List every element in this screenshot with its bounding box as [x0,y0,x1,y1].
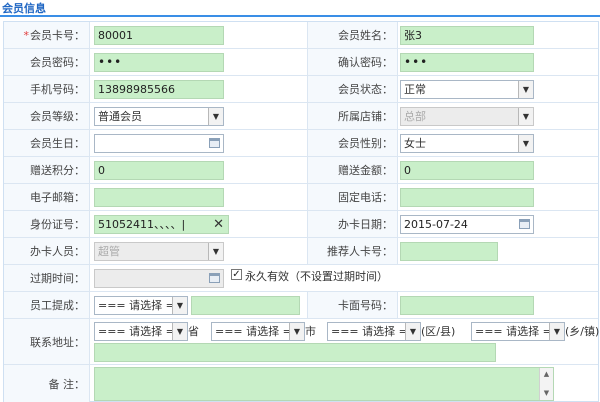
label-commission: 员工提成： [4,292,90,318]
label-name: 会员姓名： [307,22,398,48]
label-referrer: 推荐人卡号： [307,238,398,264]
chevron-down-icon[interactable]: ▼ [518,81,533,98]
id-card-input[interactable]: 51052411、、、、| ✕ [94,215,229,234]
gender-select[interactable]: 女士 ▼ [400,134,534,153]
status-value: 正常 [404,83,426,96]
label-email: 电子邮箱： [4,184,90,210]
remark-scrollbar[interactable]: ▲ ▼ [539,368,553,400]
phone-input[interactable]: 13898985566 [94,80,224,99]
label-level: 会员等级： [4,103,90,129]
label-amount: 赠送金额： [307,157,398,183]
label-card-no-text: 会员卡号： [30,29,85,42]
required-mark: * [23,28,30,42]
chevron-down-icon[interactable]: ▼ [289,323,304,340]
permanent-label: 永久有效（不设置过期时间） [245,270,388,283]
chevron-down-icon[interactable]: ▼ [549,323,564,340]
label-gender: 会员性别： [307,130,398,156]
birthday-input[interactable] [94,134,224,153]
label-id-card: 身份证号： [4,211,90,237]
email-input[interactable] [94,188,224,207]
section-header: 会员信息 [0,0,600,17]
label-address: 联系地址： [4,319,90,364]
label-store: 所属店铺： [307,103,398,129]
form-row-phone: 手机号码： 13898985566 会员状态： 正常 ▼ [4,76,598,103]
chevron-down-icon[interactable]: ▼ [208,243,223,260]
level-select[interactable]: 普通会员 ▼ [94,107,224,126]
form-row-issuer: 办卡人员： 超管 ▼ 推荐人卡号： [4,238,598,265]
label-issuer: 办卡人员： [4,238,90,264]
chevron-down-icon[interactable]: ▼ [518,135,533,152]
label-birthday: 会员生日： [4,130,90,156]
district-suffix: (区/县) [421,325,456,338]
section-title: 会员信息 [2,2,46,15]
label-points: 赠送积分： [4,157,90,183]
form-row-card-no: * 会员卡号： 80001 会员姓名： 张3 [4,22,598,49]
chevron-down-icon[interactable]: ▼ [405,323,420,340]
calendar-icon[interactable] [519,219,530,229]
form-row-id-card: 身份证号： 51052411、、、、| ✕ 办卡日期： 2015-07-24 [4,211,598,238]
city-suffix: 市 [305,325,316,338]
label-landline: 固定电话： [307,184,398,210]
status-select[interactable]: 正常 ▼ [400,80,534,99]
address-detail-input[interactable] [94,343,496,362]
confirm-password-input[interactable]: ••• [400,53,534,72]
label-card-face: 卡面号码： [307,292,398,318]
card-face-input[interactable] [400,296,534,315]
member-form: * 会员卡号： 80001 会员姓名： 张3 会员密码： ••• 确认密码： ••… [3,21,599,402]
id-card-value: 51052411、、、、| [98,218,186,231]
label-password: 会员密码： [4,49,90,75]
calendar-icon[interactable] [209,273,220,283]
province-suffix: 省 [188,325,199,338]
district-select[interactable]: === 请选择 === ▼ [327,322,421,341]
chevron-down-icon[interactable]: ▼ [208,108,223,125]
form-row-email: 电子邮箱： 固定电话： [4,184,598,211]
card-no-input[interactable]: 80001 [94,26,224,45]
form-row-points: 赠送积分： 0 赠送金额： 0 [4,157,598,184]
remark-textarea[interactable]: ▲ ▼ [94,367,554,401]
city-select[interactable]: === 请选择 === ▼ [211,322,305,341]
issue-date-value: 2015-07-24 [404,218,468,231]
label-remark: 备 注： [4,365,90,402]
label-issue-date: 办卡日期： [307,211,398,237]
form-row-birthday: 会员生日： 会员性别： 女士 ▼ [4,130,598,157]
form-row-level: 会员等级： 普通会员 ▼ 所属店铺： 总部 ▼ [4,103,598,130]
province-select[interactable]: === 请选择 === ▼ [94,322,188,341]
scroll-down-icon[interactable]: ▼ [540,387,553,400]
gender-value: 女士 [404,137,426,150]
town-select[interactable]: === 请选择 === ▼ [471,322,565,341]
issue-date-input[interactable]: 2015-07-24 [400,215,534,234]
form-row-remark: 备 注： ▲ ▼ [4,365,598,402]
landline-input[interactable] [400,188,534,207]
clear-icon[interactable]: ✕ [213,216,224,233]
calendar-icon[interactable] [209,138,220,148]
commission-input[interactable] [191,296,300,315]
label-status: 会员状态： [307,76,398,102]
form-row-commission: 员工提成： === 请选择 === ▼ 卡面号码： [4,292,598,319]
chevron-down-icon[interactable]: ▼ [172,323,187,340]
points-input[interactable]: 0 [94,161,224,180]
level-value: 普通会员 [98,110,142,123]
issuer-value: 超管 [98,245,120,258]
expire-input[interactable] [94,269,224,288]
form-row-expire: 过期时间： ✓ 永久有效（不设置过期时间） [4,265,598,292]
label-expire: 过期时间： [4,265,90,291]
label-confirm-password: 确认密码： [307,49,398,75]
amount-input[interactable]: 0 [400,161,534,180]
scroll-up-icon[interactable]: ▲ [540,368,553,381]
store-select[interactable]: 总部 ▼ [400,107,534,126]
form-row-address: 联系地址： === 请选择 === ▼ 省 === 请选择 === ▼ 市 ==… [4,319,600,365]
password-input[interactable]: ••• [94,53,224,72]
commission-select[interactable]: === 请选择 === ▼ [94,296,188,315]
issuer-select[interactable]: 超管 ▼ [94,242,224,261]
store-value: 总部 [404,110,426,123]
permanent-checkbox[interactable]: ✓ [231,269,242,280]
town-suffix: (乡/镇) [565,325,600,338]
referrer-input[interactable] [400,242,498,261]
chevron-down-icon[interactable]: ▼ [518,108,533,125]
label-card-no: * 会员卡号： [4,22,90,48]
form-row-password: 会员密码： ••• 确认密码： ••• [4,49,598,76]
label-phone: 手机号码： [4,76,90,102]
name-input[interactable]: 张3 [400,26,534,45]
chevron-down-icon[interactable]: ▼ [172,297,187,314]
